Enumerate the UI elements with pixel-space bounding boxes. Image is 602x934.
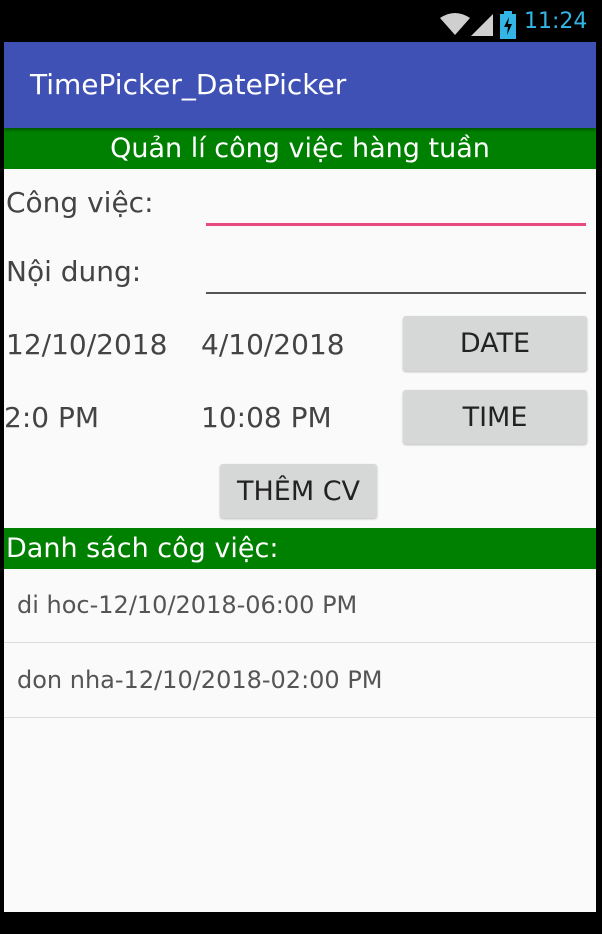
- content-input[interactable]: [206, 254, 586, 294]
- status-clock: 11:24: [524, 9, 588, 34]
- navigation-bar: [4, 912, 596, 934]
- battery-icon: [500, 11, 516, 43]
- app-title: TimePicker_DatePicker: [30, 68, 347, 101]
- app-bar: TimePicker_DatePicker: [4, 42, 596, 128]
- selected-time-text: 2:0 PM: [4, 401, 100, 434]
- current-time-text: 10:08 PM: [201, 401, 332, 434]
- selected-date-text: 12/10/2018: [6, 328, 168, 361]
- task-label: Công việc:: [6, 186, 154, 219]
- current-date-text: 4/10/2018: [201, 328, 345, 361]
- wifi-icon: [440, 12, 470, 40]
- time-button[interactable]: TIME: [403, 390, 587, 444]
- list-item-text: di hoc-12/10/2018-06:00 PM: [17, 591, 358, 619]
- main-content: Quản lí công việc hàng tuần Công việc: N…: [4, 128, 596, 912]
- date-button[interactable]: DATE: [403, 316, 587, 371]
- add-task-button[interactable]: THÊM CV: [220, 464, 377, 518]
- page-banner: Quản lí công việc hàng tuần: [4, 128, 596, 169]
- device-frame: 11:24 TimePicker_DatePicker Quản lí công…: [0, 0, 602, 934]
- status-bar: 11:24: [4, 4, 596, 42]
- task-input[interactable]: [206, 186, 586, 226]
- list-item[interactable]: di hoc-12/10/2018-06:00 PM: [4, 569, 596, 643]
- list-item-text: don nha-12/10/2018-02:00 PM: [17, 666, 383, 694]
- signal-icon: [471, 13, 495, 41]
- task-list-header: Danh sách côg việc:: [4, 528, 596, 569]
- content-label: Nội dung:: [6, 255, 142, 288]
- list-item[interactable]: don nha-12/10/2018-02:00 PM: [4, 644, 596, 718]
